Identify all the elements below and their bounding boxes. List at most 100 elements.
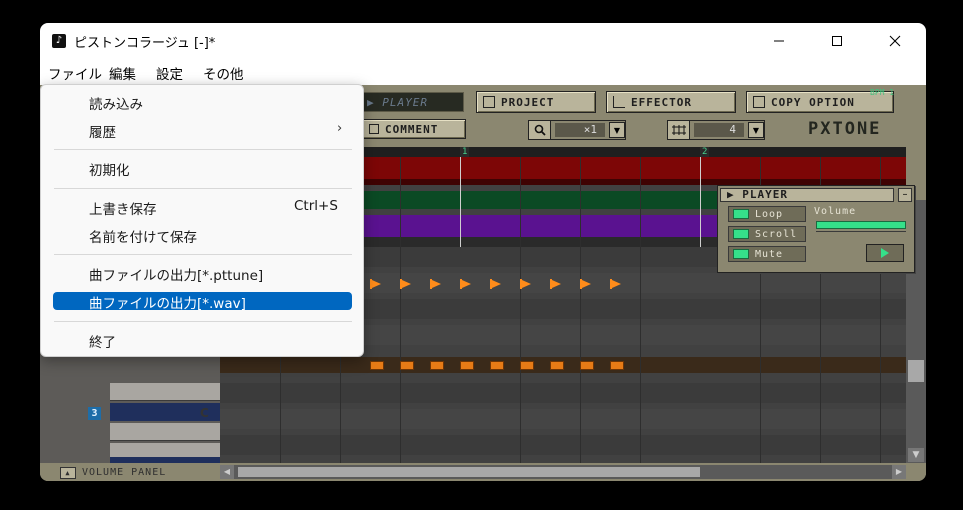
lane-gray-5 bbox=[220, 383, 906, 403]
grid-line bbox=[580, 157, 581, 463]
app-note-icon: ♪ bbox=[52, 34, 66, 48]
player-panel-minimize-button[interactable]: – bbox=[898, 188, 912, 202]
note-block[interactable] bbox=[430, 361, 444, 370]
player-tab[interactable]: ▶ PLAYER bbox=[360, 92, 464, 112]
zoom-value: ×1 bbox=[555, 123, 605, 137]
menu-item-save-as[interactable]: 名前を付けて保存 bbox=[41, 222, 363, 248]
menu-item-label: 終了 bbox=[89, 335, 116, 351]
piano-key-white[interactable] bbox=[110, 383, 220, 401]
player-panel-header[interactable]: ▶ PLAYER bbox=[720, 188, 894, 202]
bottom-bar: ▲ VOLUME PANEL ◀ ▶ bbox=[40, 463, 926, 481]
event-flag[interactable] bbox=[400, 279, 413, 289]
scroll-left-icon[interactable]: ◀ bbox=[220, 465, 234, 479]
event-flag[interactable] bbox=[610, 279, 623, 289]
menu-item-export-wav[interactable]: 曲ファイルの出力[*.wav] bbox=[41, 288, 363, 314]
title-bar[interactable]: ♪ ピストンコラージュ [-]* bbox=[40, 23, 926, 59]
event-flag[interactable] bbox=[370, 279, 383, 289]
document-icon bbox=[483, 96, 495, 108]
menu-item-label: 履歴 bbox=[89, 125, 116, 141]
comment-button[interactable]: COMMENT bbox=[362, 119, 466, 139]
minimize-button[interactable] bbox=[756, 23, 802, 59]
project-button[interactable]: PROJECT bbox=[476, 91, 596, 113]
menu-item-label: 曲ファイルの出力[*.wav] bbox=[89, 296, 246, 312]
horizontal-scrollbar[interactable]: ◀ ▶ bbox=[220, 465, 906, 479]
menu-item-label: 読み込み bbox=[89, 97, 143, 113]
maximize-icon bbox=[832, 36, 842, 46]
note-block[interactable] bbox=[610, 361, 624, 370]
menu-other[interactable]: その他 bbox=[203, 63, 244, 83]
horizontal-scroll-thumb[interactable] bbox=[238, 467, 700, 477]
menu-separator bbox=[54, 188, 352, 189]
octave-number: 3 bbox=[88, 407, 101, 420]
division-value: 4 bbox=[694, 123, 744, 137]
file-menu-dropdown: 読み込み 履歴 › 初期化 上書き保存 Ctrl+S 名前を付けて保存 曲ファイ… bbox=[40, 84, 364, 357]
menu-separator bbox=[54, 254, 352, 255]
grid-line bbox=[400, 157, 401, 463]
scroll-right-icon[interactable]: ▶ bbox=[892, 465, 906, 479]
loop-label: Loop bbox=[755, 208, 784, 220]
piano-key-white[interactable] bbox=[110, 423, 220, 441]
note-block[interactable] bbox=[460, 361, 474, 370]
measure-mark-1: 1 bbox=[460, 147, 470, 157]
menu-item-label: 名前を付けて保存 bbox=[89, 230, 197, 246]
event-flag[interactable] bbox=[430, 279, 443, 289]
copy-option-label: COPY OPTION bbox=[771, 95, 855, 109]
effector-label: EFFECTOR bbox=[631, 95, 692, 109]
menu-item-save[interactable]: 上書き保存 Ctrl+S bbox=[41, 194, 363, 220]
menu-settings[interactable]: 設定 bbox=[156, 63, 183, 83]
division-control[interactable]: 4 ▼ bbox=[667, 120, 765, 140]
division-dropdown-icon[interactable]: ▼ bbox=[748, 122, 764, 138]
event-flag[interactable] bbox=[520, 279, 533, 289]
maximize-button[interactable] bbox=[814, 23, 860, 59]
volume-panel-toggle[interactable]: ▲ VOLUME PANEL bbox=[60, 466, 166, 479]
menu-item-load[interactable]: 読み込み bbox=[41, 89, 363, 115]
volume-slider[interactable] bbox=[816, 221, 906, 229]
note-block[interactable] bbox=[520, 361, 534, 370]
menu-item-label: 初期化 bbox=[89, 163, 130, 179]
effector-icon bbox=[613, 96, 625, 108]
menu-item-exit[interactable]: 終了 bbox=[41, 327, 363, 353]
measure-line bbox=[700, 157, 701, 247]
event-flag[interactable] bbox=[580, 279, 593, 289]
comment-label: COMMENT bbox=[385, 122, 439, 136]
event-flag[interactable] bbox=[490, 279, 503, 289]
close-button[interactable] bbox=[872, 23, 918, 59]
volume-panel-label: VOLUME PANEL bbox=[82, 467, 167, 478]
zoom-control[interactable]: ×1 ▼ bbox=[528, 120, 626, 140]
measure-line bbox=[460, 157, 461, 247]
comment-icon bbox=[369, 124, 379, 134]
event-flag[interactable] bbox=[460, 279, 473, 289]
effector-button[interactable]: EFFECTOR bbox=[606, 91, 736, 113]
division-grid-icon bbox=[668, 121, 690, 139]
menu-bar: ファイル 編集 設定 その他 bbox=[40, 59, 926, 85]
scroll-toggle[interactable]: Scroll bbox=[728, 226, 806, 242]
menu-file[interactable]: ファイル bbox=[48, 63, 102, 83]
menu-item-initialize[interactable]: 初期化 bbox=[41, 155, 363, 181]
zoom-dropdown-icon[interactable]: ▼ bbox=[609, 122, 625, 138]
volume-ticks bbox=[816, 231, 906, 235]
play-icon bbox=[881, 248, 889, 258]
mute-toggle[interactable]: Mute bbox=[728, 246, 806, 262]
play-button[interactable] bbox=[866, 244, 904, 262]
player-panel-title: PLAYER bbox=[742, 188, 788, 201]
note-block[interactable] bbox=[580, 361, 594, 370]
menu-edit[interactable]: 編集 bbox=[109, 63, 136, 83]
note-block[interactable] bbox=[490, 361, 504, 370]
tempo-readout: BPM 1 bbox=[870, 88, 895, 97]
scroll-down-icon[interactable]: ▼ bbox=[908, 448, 924, 462]
event-flag[interactable] bbox=[550, 279, 563, 289]
note-block[interactable] bbox=[550, 361, 564, 370]
vertical-scroll-thumb[interactable] bbox=[908, 360, 924, 382]
volume-label: Volume bbox=[814, 206, 857, 217]
note-block[interactable] bbox=[370, 361, 384, 370]
menu-item-label: 上書き保存 bbox=[89, 202, 157, 218]
loop-toggle[interactable]: Loop bbox=[728, 206, 806, 222]
menu-item-history[interactable]: 履歴 › bbox=[41, 117, 363, 143]
minimize-icon bbox=[774, 40, 784, 42]
key-c-label: C bbox=[200, 406, 209, 420]
grid-line bbox=[640, 157, 641, 463]
lane-gray-6 bbox=[220, 409, 906, 429]
lane-gray-7 bbox=[220, 435, 906, 455]
note-block[interactable] bbox=[400, 361, 414, 370]
menu-item-export-pttune[interactable]: 曲ファイルの出力[*.pttune] bbox=[41, 260, 363, 286]
